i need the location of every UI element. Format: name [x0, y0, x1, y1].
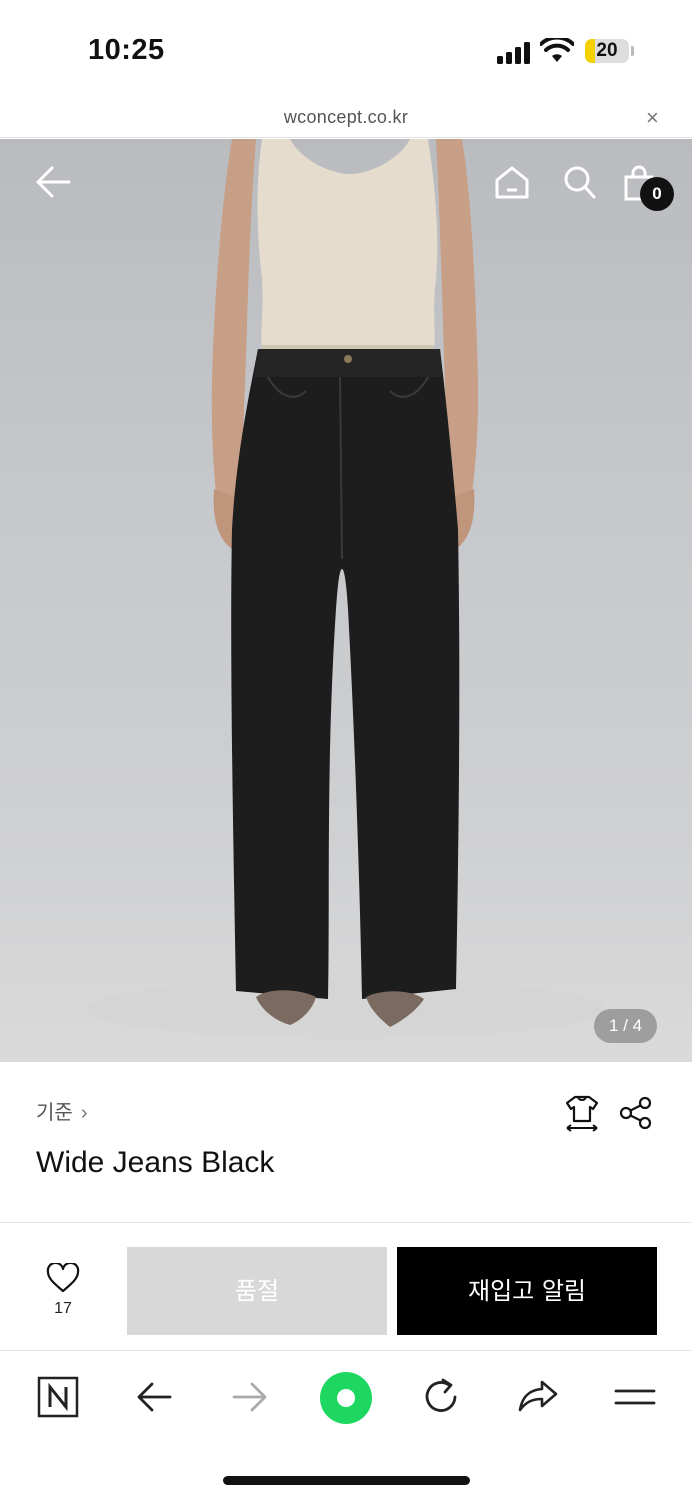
product-info: 기준 › Wide Jeans Black: [0, 1062, 692, 1222]
home-icon[interactable]: [494, 164, 530, 200]
share-arrow-icon[interactable]: [512, 1372, 564, 1422]
restock-alert-button[interactable]: 재입고 알림: [397, 1247, 657, 1335]
back-icon[interactable]: [128, 1372, 180, 1422]
share-icon[interactable]: [618, 1096, 654, 1130]
search-icon[interactable]: [561, 164, 597, 200]
product-image-carousel[interactable]: 0 1 / 4: [0, 139, 692, 1062]
reload-icon[interactable]: [416, 1372, 468, 1422]
wifi-icon: [540, 38, 574, 62]
heart-icon: [46, 1261, 80, 1293]
status-bar: 10:25 20: [0, 0, 692, 100]
product-photo: [86, 139, 606, 1039]
size-guide-icon[interactable]: [563, 1094, 601, 1132]
status-time: 10:25: [88, 34, 165, 66]
battery-level: 20: [596, 40, 618, 61]
product-title: Wide Jeans Black: [36, 1146, 275, 1179]
close-icon[interactable]: ×: [646, 107, 659, 129]
home-indicator[interactable]: [223, 1476, 470, 1485]
wish-count: 17: [54, 1300, 72, 1317]
brand-name[interactable]: 기준: [36, 1102, 73, 1124]
cellular-signal-icon: [497, 42, 531, 64]
naver-icon[interactable]: [32, 1372, 84, 1422]
chevron-right-icon: ›: [80, 1102, 88, 1124]
purchase-action-bar: 17 품절 재입고 알림: [0, 1222, 692, 1351]
slide-indicator: 1 / 4: [594, 1009, 657, 1043]
cart-count-badge[interactable]: 0: [640, 177, 674, 211]
forward-icon[interactable]: [224, 1372, 276, 1422]
soldout-button[interactable]: 품절: [127, 1247, 387, 1335]
brand-link[interactable]: 기준 ›: [36, 1096, 87, 1125]
menu-icon[interactable]: [608, 1372, 660, 1422]
url-domain[interactable]: wconcept.co.kr: [0, 107, 692, 128]
url-bar[interactable]: wconcept.co.kr ×: [0, 100, 692, 138]
back-arrow-icon[interactable]: [34, 165, 72, 199]
wishlist-button[interactable]: 17: [36, 1261, 90, 1323]
green-dot-icon[interactable]: [318, 1370, 374, 1426]
battery-icon: 20: [585, 39, 629, 63]
